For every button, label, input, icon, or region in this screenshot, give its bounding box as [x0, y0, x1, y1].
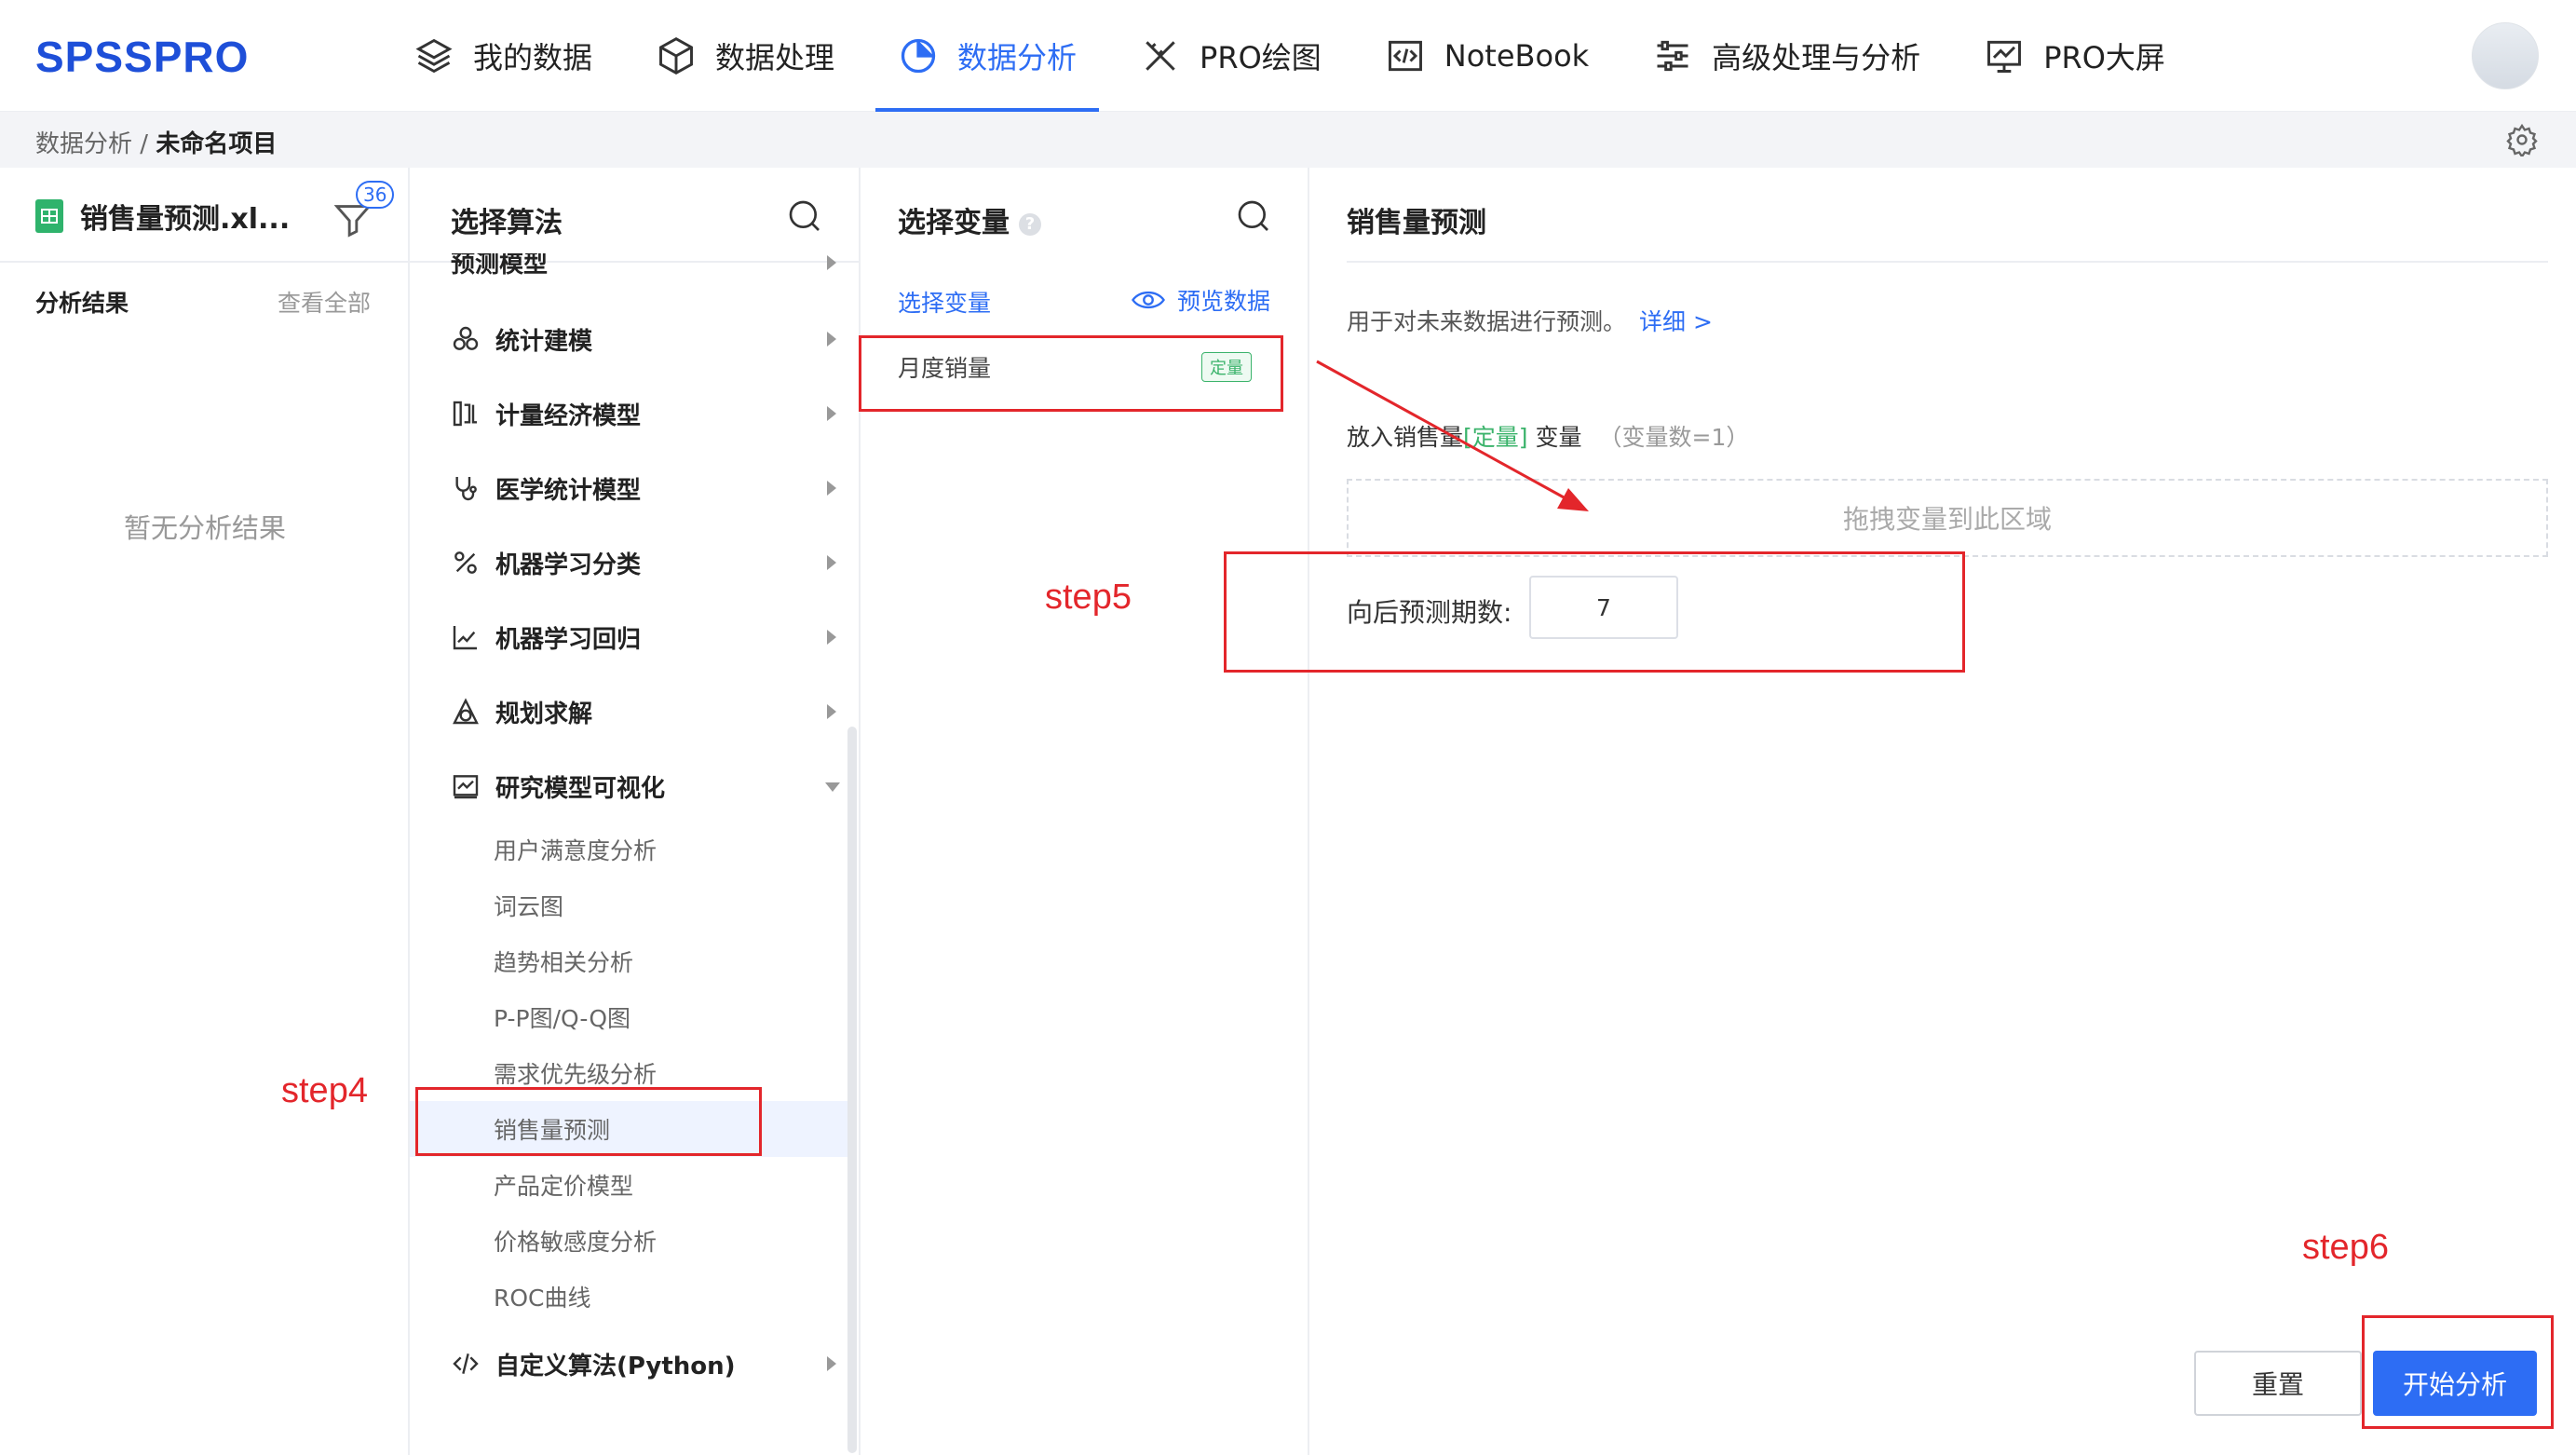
annotation-arrow — [1316, 360, 1589, 511]
